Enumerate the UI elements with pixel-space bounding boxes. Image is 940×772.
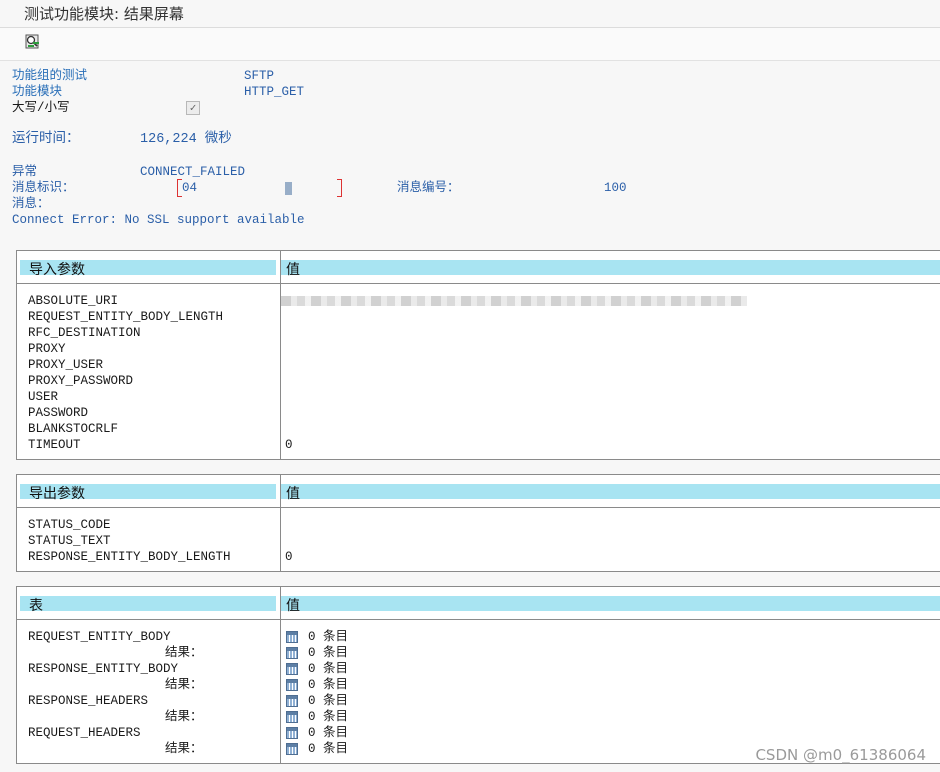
param-proxy-user: PROXY_USER <box>28 358 104 372</box>
message-text: Connect Error: No SSL support available <box>12 213 305 227</box>
title-bar: 测试功能模块: 结果屏幕 <box>0 0 940 28</box>
table-icon[interactable] <box>286 743 298 755</box>
table-response-headers: RESPONSE_HEADERS <box>28 694 149 708</box>
function-group-value: SFTP <box>244 69 275 83</box>
result-label: 结果： <box>165 678 203 692</box>
table-entries: 0 条目 <box>308 646 349 660</box>
table-entries: 0 条目 <box>308 678 349 692</box>
value-header: 值 <box>281 596 940 614</box>
debug-execute-button[interactable] <box>22 33 44 55</box>
table-request-headers: REQUEST_HEADERS <box>28 726 141 740</box>
case-sensitive-label: 大写/小写 <box>12 101 70 115</box>
import-header: 导入参数 <box>20 260 276 278</box>
response-length-value: 0 <box>285 550 293 564</box>
header-separator <box>17 283 940 284</box>
import-parameters-section: 导入参数 值 ABSOLUTE_URI REQUEST_ENTITY_BODY_… <box>16 250 940 460</box>
export-parameters-section: 导出参数 值 STATUS_CODE STATUS_TEXT RESPONSE_… <box>16 474 940 572</box>
table-icon[interactable] <box>286 727 298 739</box>
header-separator <box>17 619 940 620</box>
field-bracket-right <box>337 179 342 197</box>
table-icon[interactable] <box>286 695 298 707</box>
tables-header-label: 表 <box>29 598 43 614</box>
export-header-label: 导出参数 <box>29 486 85 502</box>
table-icon[interactable] <box>286 679 298 691</box>
toolbar <box>0 28 940 61</box>
table-entries: 0 条目 <box>308 710 349 724</box>
exception-label: 异常 <box>12 165 38 179</box>
param-proxy: PROXY <box>28 342 66 356</box>
tables-header: 表 <box>20 596 276 614</box>
message-id-value: 04 <box>182 181 198 195</box>
input-cursor <box>285 182 292 195</box>
export-header: 导出参数 <box>20 484 276 502</box>
table-icon[interactable] <box>286 647 298 659</box>
result-label: 结果： <box>165 710 203 724</box>
result-label: 结果： <box>165 742 203 756</box>
value-header-label: 值 <box>286 486 300 502</box>
param-password: PASSWORD <box>28 406 89 420</box>
param-request-entity-body-length: REQUEST_ENTITY_BODY_LENGTH <box>28 310 224 324</box>
param-absolute-uri: ABSOLUTE_URI <box>28 294 119 308</box>
function-module-value: HTTP_GET <box>244 85 305 99</box>
case-sensitive-checkbox[interactable]: ✓ <box>186 101 200 115</box>
param-proxy-password: PROXY_PASSWORD <box>28 374 134 388</box>
value-header-label: 值 <box>286 262 300 278</box>
message-id-label: 消息标识： <box>12 181 75 195</box>
table-icon[interactable] <box>286 711 298 723</box>
message-number-value: 100 <box>604 181 627 195</box>
table-icon[interactable] <box>286 663 298 675</box>
header-separator <box>17 507 940 508</box>
result-label: 结果： <box>165 646 203 660</box>
table-entries: 0 条目 <box>308 662 349 676</box>
redacted-uri-value <box>281 296 747 306</box>
table-entries: 0 条目 <box>308 726 349 740</box>
param-timeout: TIMEOUT <box>28 438 81 452</box>
table-entries: 0 条目 <box>308 742 349 756</box>
table-entries: 0 条目 <box>308 694 349 708</box>
checkmark-icon: ✓ <box>189 101 197 114</box>
value-header: 值 <box>281 484 940 502</box>
table-response-entity-body: RESPONSE_ENTITY_BODY <box>28 662 179 676</box>
watermark: CSDN @m0_61386064 <box>755 746 926 764</box>
import-header-label: 导入参数 <box>29 262 85 278</box>
param-rfc-destination: RFC_DESTINATION <box>28 326 141 340</box>
value-header-label: 值 <box>286 598 300 614</box>
param-status-code: STATUS_CODE <box>28 518 111 532</box>
runtime-label: 运行时间： <box>12 132 80 147</box>
param-blankstocrlf: BLANKSTOCRLF <box>28 422 119 436</box>
table-icon[interactable] <box>286 631 298 643</box>
param-user: USER <box>28 390 59 404</box>
table-request-entity-body: REQUEST_ENTITY_BODY <box>28 630 171 644</box>
param-status-text: STATUS_TEXT <box>28 534 111 548</box>
function-group-label: 功能组的测试 <box>12 69 88 83</box>
runtime-value: 126,224 微秒 <box>140 132 232 147</box>
debug-execute-icon <box>24 33 42 55</box>
function-module-label: 功能模块 <box>12 85 63 99</box>
tables-section: 表 值 REQUEST_ENTITY_BODY 结果： RESPONSE_ENT… <box>16 586 940 764</box>
window-title: 测试功能模块: 结果屏幕 <box>24 5 184 23</box>
column-divider <box>280 587 281 763</box>
timeout-value: 0 <box>285 438 293 452</box>
table-entries: 0 条目 <box>308 630 349 644</box>
message-label: 消息： <box>12 197 50 211</box>
param-response-entity-body-length: RESPONSE_ENTITY_BODY_LENGTH <box>28 550 231 564</box>
value-header: 值 <box>281 260 940 278</box>
message-number-label: 消息编号： <box>397 181 460 195</box>
exception-value: CONNECT_FAILED <box>140 165 246 179</box>
